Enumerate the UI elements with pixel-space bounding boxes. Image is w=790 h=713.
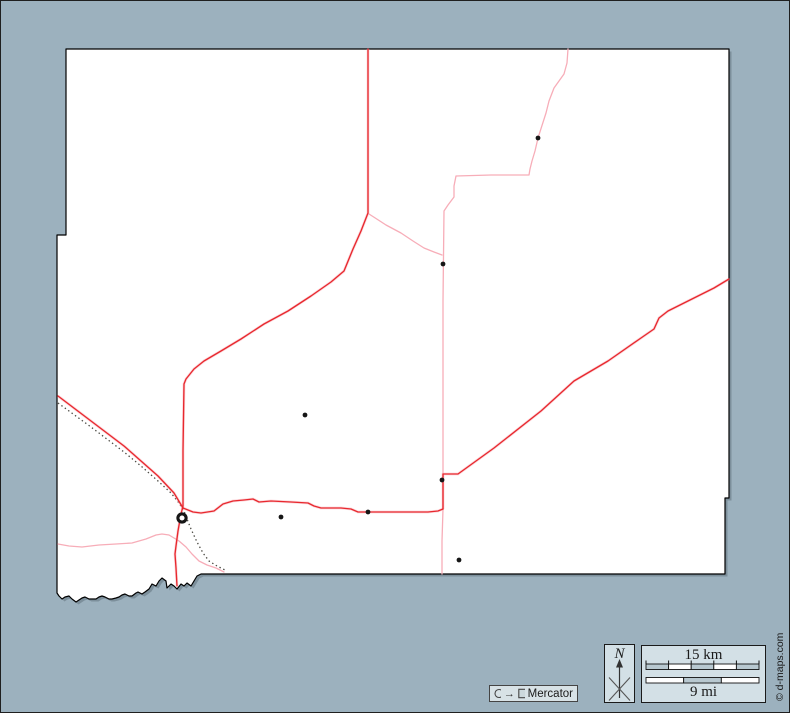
map-boundary [57,49,732,605]
copyright-credit: © d-maps.com [774,616,786,701]
scale-bar-box: 15 km 9 mi [641,645,766,703]
map-page: N 15 km 9 mi → Mercator © d-maps.com [0,0,790,713]
north-arrow-icon [605,645,634,702]
scale-mi-label: 9 mi [642,684,765,700]
arrow-right-icon: → [504,689,515,699]
map-svg [1,1,790,713]
main-town-ring [178,514,186,522]
projection-box: → Mercator [489,685,578,702]
north-arrow-box: N [604,644,635,703]
circle-icon [494,688,501,699]
square-icon [518,688,525,699]
projection-label: Mercator [528,688,573,700]
